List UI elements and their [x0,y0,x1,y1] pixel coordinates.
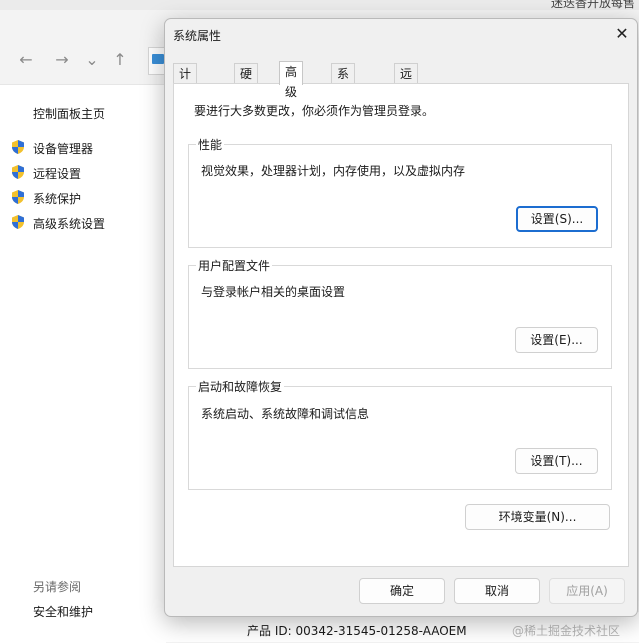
tab-computer-name[interactable]: 计算机名 [173,63,198,141]
environment-variables-button[interactable]: 环境变量(N)... [465,504,610,530]
left-pane: 控制面板主页 设备管理器 远程设置 系统保护 高级系统设置 另请参阅 安全和维护 [0,84,166,643]
shield-icon [12,190,24,204]
sidebar-item-system-protection[interactable]: 系统保护 [33,190,81,207]
forward-arrow-icon[interactable]: → [52,50,72,70]
sidebar-item-device-manager[interactable]: 设备管理器 [33,140,93,157]
tab-remote[interactable]: 远程 [394,63,419,101]
cancel-button[interactable]: 取消 [454,578,540,604]
dialog-title: 系统属性 [173,29,222,43]
shield-icon [12,215,24,229]
performance-description: 视觉效果，处理器计划，内存使用，以及虚拟内存 [201,164,466,178]
user-profiles-label: 用户配置文件 [196,257,273,274]
sidebar-item-advanced-system-settings[interactable]: 高级系统设置 [33,215,105,232]
sidebar-item-remote-settings[interactable]: 远程设置 [33,165,81,182]
apply-button[interactable]: 应用(A) [549,578,625,604]
performance-label: 性能 [196,136,225,153]
control-panel-home-link[interactable]: 控制面板主页 [33,105,105,122]
user-profiles-settings-button[interactable]: 设置(E)... [515,327,598,353]
recent-locations-chevron-icon[interactable]: ⌄ [82,50,102,70]
watermark: @稀土掘金技术社区 [512,624,621,638]
startup-recovery-settings-button[interactable]: 设置(T)... [515,448,598,474]
window-title-strip [0,0,639,10]
back-arrow-icon[interactable]: ← [16,50,36,70]
tab-system-protection[interactable]: 系统保护 [331,63,356,141]
ok-button[interactable]: 确定 [359,578,445,604]
see-also-heading: 另请参阅 [33,580,82,594]
shield-icon [12,140,24,154]
advanced-tab-panel: 要进行大多数更改，你必须作为管理员登录。 性能 视觉效果，处理器计划，内存使用，… [173,83,629,567]
product-id-text: 产品 ID: 00342-31545-01258-AAOEM [247,624,467,638]
startup-recovery-description: 系统启动、系统故障和调试信息 [201,407,370,421]
admin-notice: 要进行大多数更改，你必须作为管理员登录。 [194,104,435,118]
performance-settings-button[interactable]: 设置(S)... [516,206,598,232]
computer-icon [152,54,164,64]
startup-recovery-label: 启动和故障恢复 [196,378,285,395]
tab-advanced[interactable]: 高级 [279,61,304,99]
user-profiles-group: 用户配置文件 与登录帐户相关的桌面设置 设置(E)... [188,257,612,369]
background-header-text: 迷迭香开放每售 [550,0,635,10]
startup-recovery-group: 启动和故障恢复 系统启动、系统故障和调试信息 设置(T)... [188,378,612,490]
up-arrow-icon[interactable]: ↑ [110,50,130,70]
tab-hardware[interactable]: 硬件 [234,63,259,101]
shield-icon [12,165,24,179]
performance-group: 性能 视觉效果，处理器计划，内存使用，以及虚拟内存 设置(S)... [188,136,612,248]
user-profiles-description: 与登录帐户相关的桌面设置 [201,285,346,299]
system-properties-dialog: 系统属性 ✕ 计算机名 硬件 高级 系统保护 远程 要进行大多数更改，你必须作为… [164,18,638,617]
close-icon[interactable]: ✕ [609,23,635,45]
security-maintenance-link[interactable]: 安全和维护 [33,603,93,620]
